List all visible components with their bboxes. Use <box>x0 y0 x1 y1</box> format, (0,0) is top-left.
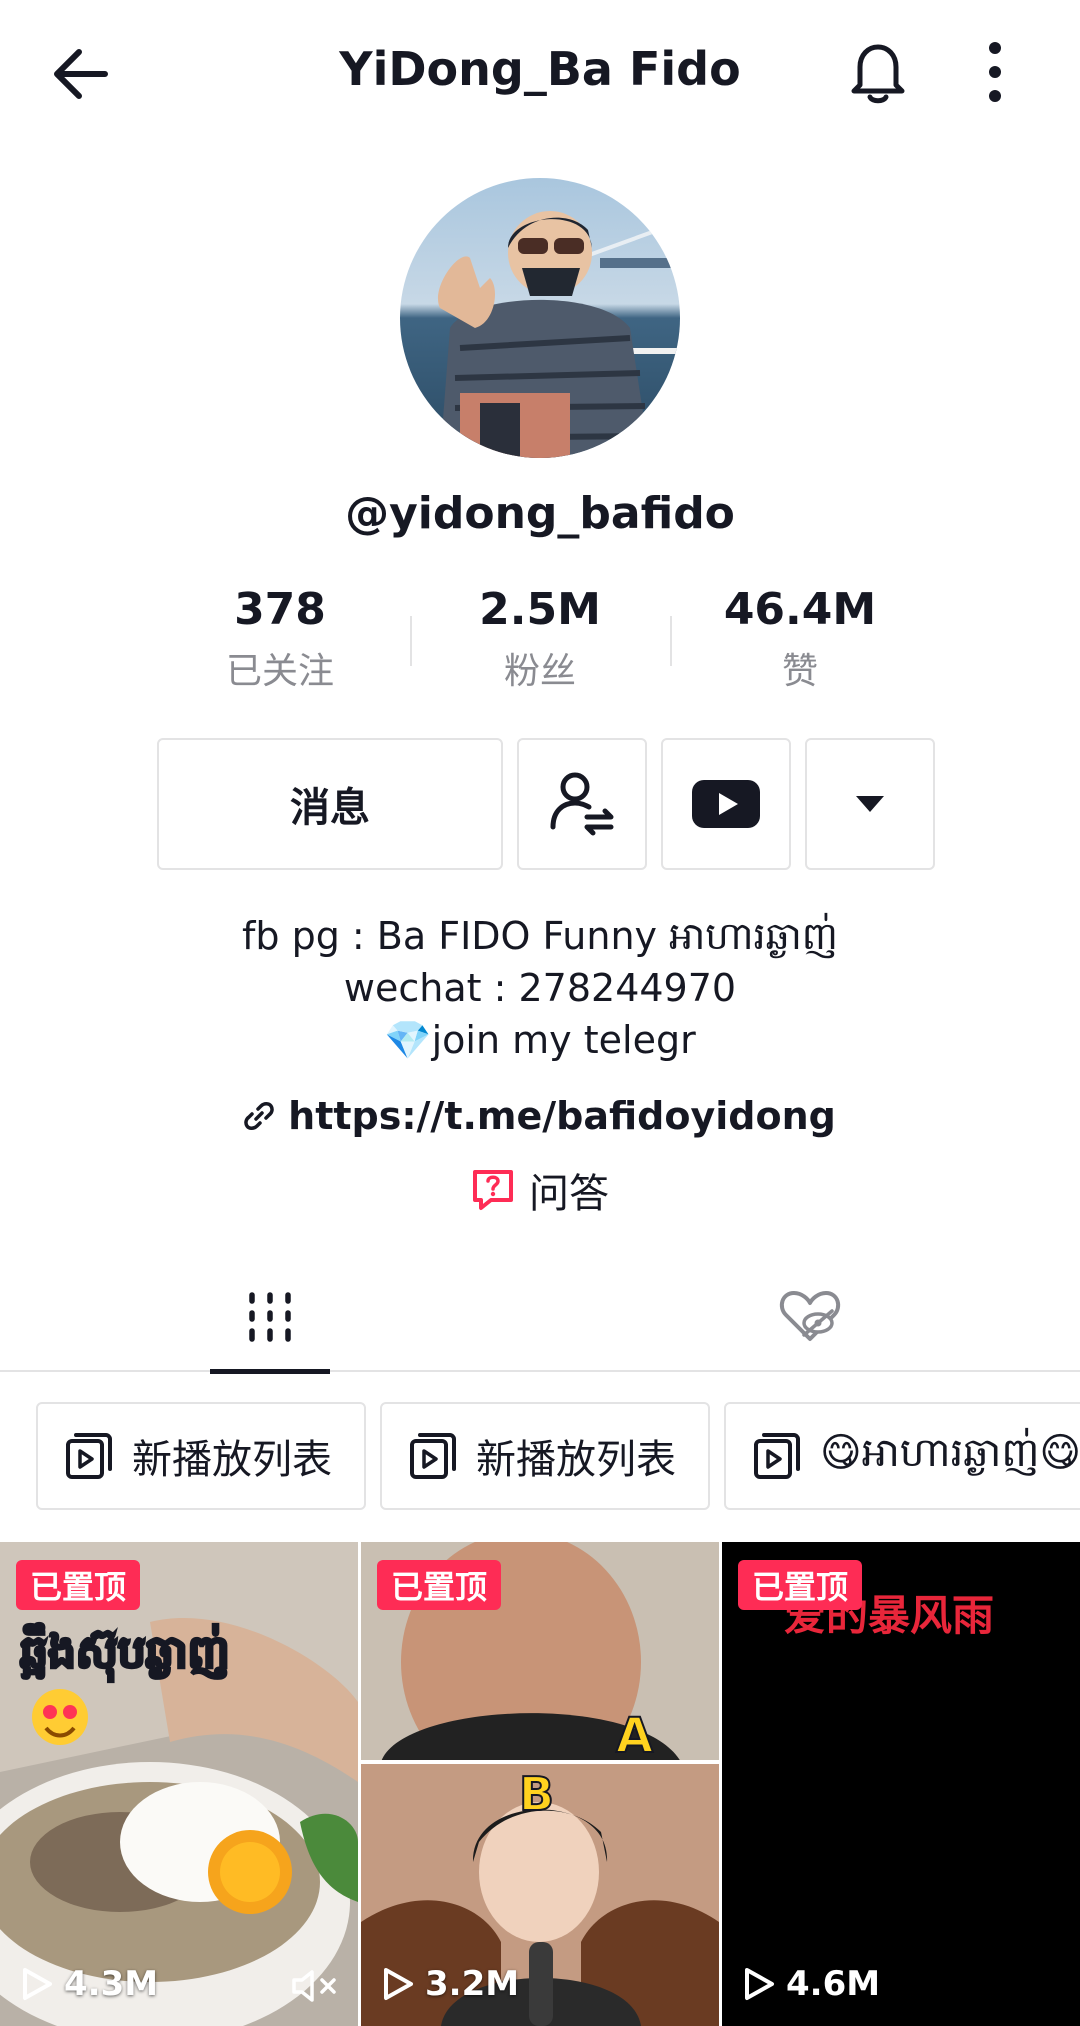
play-icon <box>745 1968 774 2000</box>
view-count: 4.6M <box>742 1964 880 2004</box>
youtube-button[interactable] <box>661 738 791 870</box>
view-count-value: 3.2M <box>425 1964 520 2004</box>
question-bubble-icon <box>473 1170 513 1210</box>
more-options-button[interactable] <box>960 32 1030 112</box>
stat-divider <box>410 616 412 666</box>
username: @yidong_bafido <box>345 488 735 539</box>
top-bar: YiDong_Ba Fido <box>0 0 1080 150</box>
video-thumbnail[interactable]: 爱的暴风雨 已置顶 4.6M <box>722 1542 1080 2026</box>
video-thumbnail-image: ឆ្អឹងស៊ុបឆ្ងាញ់ <box>0 1542 358 2026</box>
page-title: YiDong_Ba Fido <box>339 42 741 96</box>
more-vertical-icon <box>989 42 1001 102</box>
view-count-value: 4.3M <box>64 1964 159 2004</box>
likes-label: 赞 <box>781 651 818 692</box>
video-thumbnail[interactable]: ឆ្អឹងស៊ុបឆ្ងាញ់ 已置顶 4.3M <box>0 1542 358 2026</box>
pinned-badge: 已置顶 <box>377 1560 502 1610</box>
view-count: 4.3M <box>20 1964 158 2004</box>
video-thumbnail-image: 爱的暴风雨 <box>722 1542 1080 2026</box>
more-actions-dropdown[interactable] <box>805 738 935 870</box>
notification-button[interactable] <box>838 32 918 112</box>
friends-button[interactable] <box>517 738 647 870</box>
view-count: 3.2M <box>381 1964 519 2004</box>
tab-liked[interactable] <box>540 1262 1080 1372</box>
link-icon <box>244 1102 274 1130</box>
caret-down-icon <box>856 796 884 812</box>
playlist-chip[interactable]: 😋អាហារឆ្ងាញ់😋 <box>724 1402 1080 1510</box>
bio-line: 💎join my telegr <box>0 1014 1080 1066</box>
playlist-icon <box>754 1433 800 1479</box>
profile-link[interactable]: https://t.me/bafidoyidong <box>0 1088 1080 1144</box>
video-thumbnail[interactable]: A B 已置顶 3.2M <box>361 1542 719 2026</box>
video-thumbnail-image: A B <box>361 1542 719 2026</box>
qa-entry[interactable]: 问答 <box>0 1160 1080 1220</box>
muted-icon <box>292 1970 336 2002</box>
view-count-value: 4.6M <box>786 1964 881 2004</box>
playlist-label: 新播放列表 <box>132 1437 332 1483</box>
profile-bio: fb pg : Ba FIDO Funny អាហារឆ្ងាញ់ wechat… <box>0 910 1080 1066</box>
likes-stat[interactable]: 46.4M 赞 <box>670 578 930 708</box>
profile-actions: 消息 <box>157 738 935 870</box>
message-button[interactable]: 消息 <box>157 738 503 870</box>
content-tabs <box>0 1262 1080 1374</box>
followers-count: 2.5M <box>479 584 601 635</box>
link-url: https://t.me/bafidoyidong <box>288 1094 836 1138</box>
avatar[interactable] <box>400 178 680 458</box>
playlist-label: 新播放列表 <box>476 1437 676 1483</box>
bio-text: join my telegr <box>431 1018 696 1062</box>
option-a-label: A <box>616 1708 653 1764</box>
bio-line: wechat : 278244970 <box>343 966 737 1010</box>
followers-stat[interactable]: 2.5M 粉丝 <box>410 578 670 708</box>
option-b-label: B <box>519 1767 554 1821</box>
diamond-emoji: 💎 <box>384 1018 432 1062</box>
avatar-photo <box>400 178 680 458</box>
playlist-row: 新播放列表 新播放列表 😋អាហារឆ្ងាញ់😋 <box>36 1402 1080 1510</box>
play-icon <box>384 1968 413 2000</box>
play-icon <box>23 1968 52 2000</box>
video-grid: ឆ្អឹងស៊ុបឆ្ងាញ់ 已置顶 4.3M A B 已置顶 3.2M 爱的… <box>0 1542 1080 2026</box>
bio-line: fb pg : Ba FIDO Funny អាហារឆ្ងាញ់ <box>242 914 838 958</box>
tab-videos[interactable] <box>0 1262 540 1374</box>
video-overlay-text: ឆ្អឹងស៊ុបឆ្ងាញ់ <box>20 1623 229 1682</box>
profile-stats: 378 已关注 2.5M 粉丝 46.4M 赞 <box>150 578 930 708</box>
followers-label: 粉丝 <box>503 651 576 692</box>
pinned-badge: 已置顶 <box>738 1560 863 1610</box>
playlist-chip[interactable]: 新播放列表 <box>380 1402 710 1510</box>
user-switch-icon <box>550 772 614 836</box>
playlist-chip[interactable]: 新播放列表 <box>36 1402 366 1510</box>
playlist-icon <box>66 1433 112 1479</box>
stat-divider <box>670 616 672 666</box>
youtube-icon <box>692 780 760 828</box>
likes-count: 46.4M <box>723 584 877 635</box>
following-stat[interactable]: 378 已关注 <box>150 578 410 708</box>
grid-icon <box>249 1292 291 1342</box>
playlist-icon <box>410 1433 456 1479</box>
active-tab-indicator <box>210 1369 330 1374</box>
hidden-heart-icon <box>779 1291 841 1341</box>
playlist-label: 😋អាហារឆ្ងាញ់😋 <box>820 1429 1080 1476</box>
following-label: 已关注 <box>225 651 334 692</box>
qa-label: 问答 <box>529 1171 609 1217</box>
bell-icon <box>851 44 905 104</box>
following-count: 378 <box>234 584 326 635</box>
pinned-badge: 已置顶 <box>16 1560 141 1610</box>
